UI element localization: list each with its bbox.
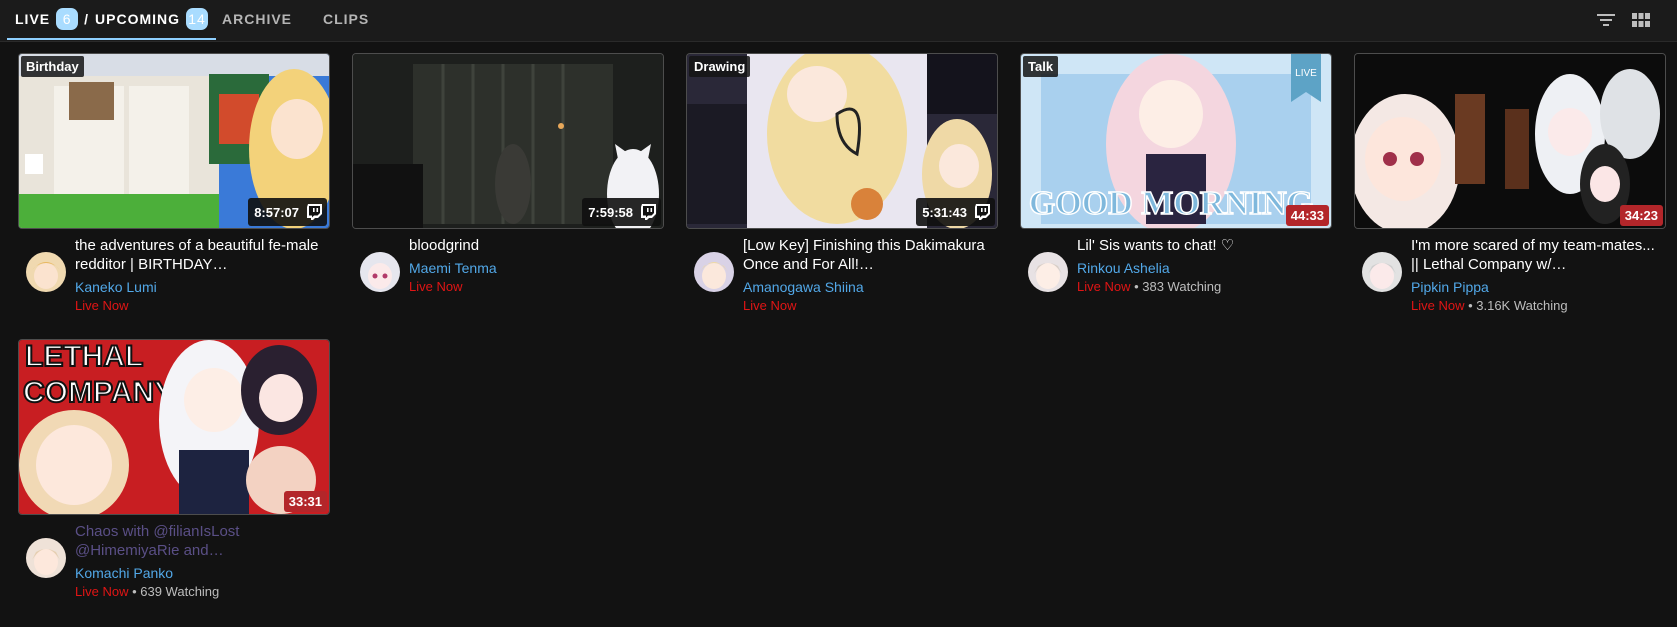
live-status: Live Now • 3.16K Watching xyxy=(1411,298,1568,313)
video-card[interactable]: Drawing 5:31:43 [Low Key] Finishing this… xyxy=(687,54,997,313)
video-card[interactable]: Birthday 8:57:07 the adventures of a bea… xyxy=(19,54,329,313)
duration-text: 34:23 xyxy=(1624,208,1658,223)
tab-live-upcoming[interactable]: LIVE 6 / UPCOMING 14 xyxy=(7,0,216,38)
live-now-label: Live Now xyxy=(1077,279,1131,294)
live-now-label: Live Now xyxy=(409,279,463,294)
live-now-label: Live Now xyxy=(743,298,797,313)
live-now-label: Live Now xyxy=(75,298,129,313)
video-title[interactable]: the adventures of a beautiful fe-male re… xyxy=(75,236,323,274)
good-morning-text: GOOD MORNING xyxy=(1029,185,1313,222)
active-tab-indicator xyxy=(7,38,216,40)
topic-tag: Drawing xyxy=(689,56,751,77)
channel-name[interactable]: Kaneko Lumi xyxy=(75,279,157,295)
live-status: Live Now xyxy=(743,298,796,313)
duration-text: 44:33 xyxy=(1290,208,1324,223)
grid-view-icon[interactable] xyxy=(1629,8,1653,32)
live-now-label: Live Now xyxy=(75,584,129,599)
live-status: Live Now • 383 Watching xyxy=(1077,279,1221,294)
twitch-icon xyxy=(639,203,657,221)
video-card[interactable]: 7:59:58 bloodgrind Maemi Tenma Live Now xyxy=(353,54,663,308)
live-status: Live Now xyxy=(75,298,128,313)
twitch-icon xyxy=(973,203,991,221)
topic-tag: Birthday xyxy=(21,56,84,77)
live-now-label: Live Now xyxy=(1411,298,1465,313)
company-logo-text: COMPANY xyxy=(23,376,174,409)
video-card[interactable]: LIVE GOOD MORNING Talk 44:33 Lil' Sis wa… xyxy=(1021,54,1331,308)
video-thumbnail[interactable]: 34:23 xyxy=(1355,54,1665,228)
duration-text: 7:59:58 xyxy=(588,204,633,220)
video-card[interactable]: LETHAL COMPANY 33:31 Chaos with @filianI… xyxy=(19,340,329,599)
live-ribbon-text: LIVE xyxy=(1295,68,1317,79)
tab-upcoming-label: UPCOMING xyxy=(95,11,181,27)
live-count-badge: 6 xyxy=(56,8,79,30)
duration-badge: 33:31 xyxy=(283,491,327,512)
watching-count: • 3.16K Watching xyxy=(1468,298,1568,313)
tab-live-label: LIVE xyxy=(15,11,51,27)
channel-name[interactable]: Komachi Panko xyxy=(75,565,173,581)
upcoming-count-badge: 14 xyxy=(186,8,209,30)
tab-separator: / xyxy=(84,11,90,27)
video-title[interactable]: Lil' Sis wants to chat! ♡ xyxy=(1077,236,1325,255)
video-thumbnail[interactable]: LIVE GOOD MORNING Talk 44:33 xyxy=(1021,54,1331,228)
channel-avatar[interactable] xyxy=(1028,252,1068,292)
duration-badge: 7:59:58 xyxy=(582,198,661,226)
video-title[interactable]: I'm more scared of my team-mates... || L… xyxy=(1411,236,1659,274)
channel-name[interactable]: Pipkin Pippa xyxy=(1411,279,1489,295)
watching-count: • 383 Watching xyxy=(1134,279,1222,294)
lethal-logo-text: LETHAL xyxy=(25,340,143,373)
channel-avatar[interactable] xyxy=(694,252,734,292)
duration-text: 8:57:07 xyxy=(254,204,299,220)
video-thumbnail[interactable]: Drawing 5:31:43 xyxy=(687,54,997,228)
video-thumbnail[interactable]: Birthday 8:57:07 xyxy=(19,54,329,228)
duration-text: 5:31:43 xyxy=(922,204,967,220)
channel-name[interactable]: Rinkou Ashelia xyxy=(1077,260,1170,276)
video-thumbnail[interactable]: 7:59:58 xyxy=(353,54,663,228)
duration-badge: 44:33 xyxy=(1285,205,1329,226)
tab-clips[interactable]: CLIPS xyxy=(323,0,369,38)
video-title[interactable]: Chaos with @filianIsLost @HimemiyaRie an… xyxy=(75,522,323,560)
filter-icon[interactable] xyxy=(1594,8,1618,32)
duration-text: 33:31 xyxy=(288,494,322,509)
live-status: Live Now • 639 Watching xyxy=(75,584,219,599)
live-status: Live Now xyxy=(409,279,462,294)
channel-avatar[interactable] xyxy=(26,252,66,292)
twitch-icon xyxy=(305,203,323,221)
channel-name[interactable]: Amanogawa Shiina xyxy=(743,279,864,295)
video-thumbnail[interactable]: LETHAL COMPANY 33:31 xyxy=(19,340,329,514)
tab-bar: LIVE 6 / UPCOMING 14 ARCHIVE CLIPS xyxy=(0,0,1677,42)
tab-archive[interactable]: ARCHIVE xyxy=(222,0,292,38)
channel-avatar[interactable] xyxy=(360,252,400,292)
video-title[interactable]: bloodgrind xyxy=(409,236,657,255)
video-title[interactable]: [Low Key] Finishing this Dakimakura Once… xyxy=(743,236,991,274)
watching-count: • 639 Watching xyxy=(132,584,220,599)
channel-name[interactable]: Maemi Tenma xyxy=(409,260,497,276)
channel-avatar[interactable] xyxy=(1362,252,1402,292)
video-card[interactable]: 34:23 I'm more scared of my team-mates..… xyxy=(1355,54,1665,313)
channel-avatar[interactable] xyxy=(26,538,66,578)
duration-badge: 8:57:07 xyxy=(248,198,327,226)
topic-tag: Talk xyxy=(1023,56,1059,77)
duration-badge: 34:23 xyxy=(1619,205,1663,226)
duration-badge: 5:31:43 xyxy=(916,198,995,226)
